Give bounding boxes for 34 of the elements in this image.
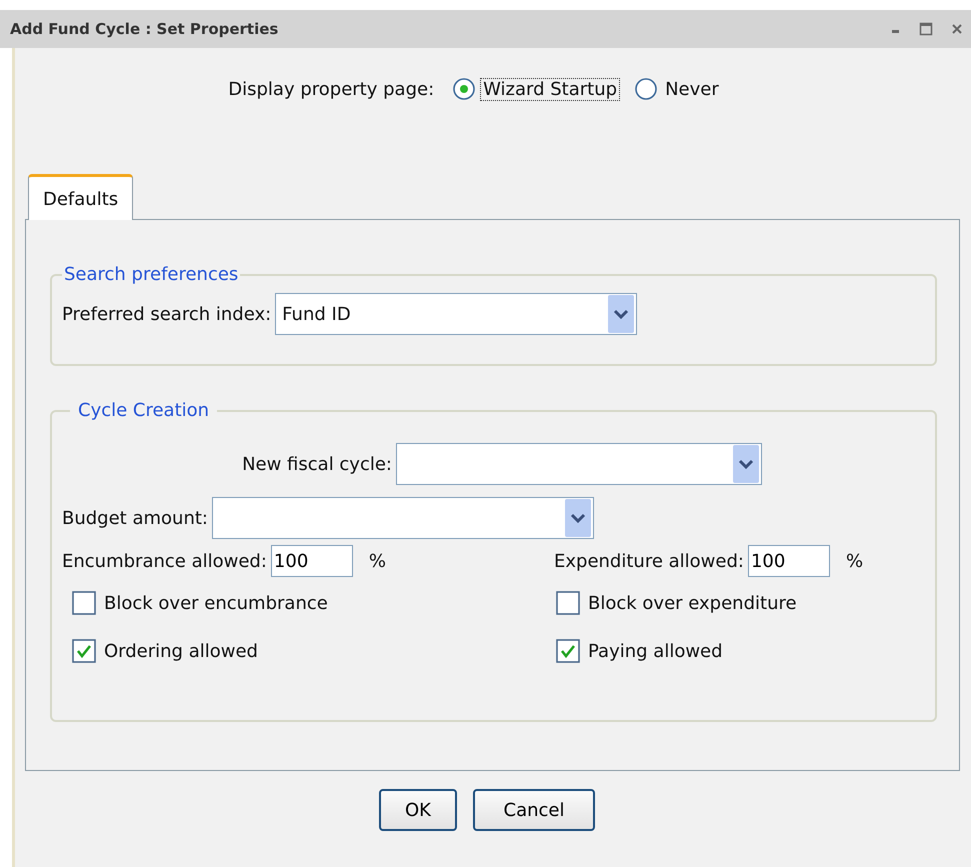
radio-icon[interactable]	[634, 77, 658, 101]
radio-option[interactable]: Never	[634, 77, 722, 101]
percent-field[interactable]: 100	[748, 545, 830, 577]
chevron-down-icon[interactable]	[608, 295, 634, 333]
close-icon[interactable]	[951, 23, 963, 35]
display-property-label: Display property page:	[228, 78, 434, 100]
percent-field[interactable]: 100	[270, 545, 353, 577]
checkbox-option[interactable]: Block over encumbrance	[72, 591, 556, 615]
group-legend: Cycle Creation	[70, 400, 218, 421]
group-legend: Search preferences	[62, 264, 240, 285]
window-title: Add Fund Cycle : Set Properties	[10, 20, 278, 38]
fiscal-cycle-dropdown[interactable]	[396, 443, 762, 485]
unit-label: %	[368, 550, 386, 572]
dialog-button[interactable]: Cancel	[473, 789, 595, 831]
maximize-icon[interactable]	[919, 22, 933, 36]
field-label: Preferred search index:	[62, 304, 272, 324]
checkbox-icon[interactable]	[72, 591, 96, 615]
field-label: Budget amount:	[62, 508, 208, 528]
checkbox-option[interactable]: Block over expenditure	[556, 591, 925, 615]
checkbox-icon[interactable]	[556, 591, 580, 615]
checkbox-option[interactable]: Paying allowed	[556, 639, 925, 663]
field-label: New fiscal cycle:	[241, 454, 392, 474]
defaults-tab[interactable]: Defaults	[28, 174, 134, 220]
chevron-down-icon[interactable]	[733, 445, 759, 483]
checkbox-icon[interactable]	[72, 639, 96, 663]
radio-icon[interactable]	[452, 77, 476, 101]
checkbox-icon[interactable]	[556, 639, 580, 663]
search-index-dropdown[interactable]: Fund ID	[275, 293, 638, 335]
unit-label: %	[846, 550, 864, 572]
checkbox-option[interactable]: Ordering allowed	[72, 639, 556, 663]
field-label: Expenditure allowed:	[554, 550, 744, 572]
dialog-button[interactable]: OK	[379, 789, 457, 831]
chevron-down-icon[interactable]	[564, 499, 591, 537]
field-label: Encumbrance allowed:	[62, 550, 267, 572]
